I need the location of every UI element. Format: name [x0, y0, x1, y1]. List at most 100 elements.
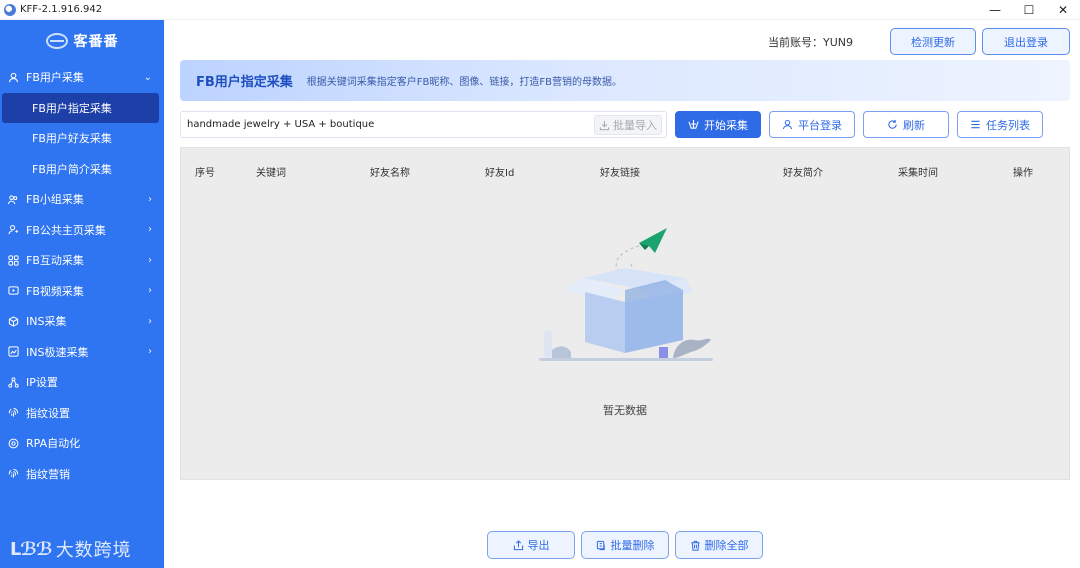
chart-icon [7, 346, 19, 358]
export-button[interactable]: 导出 [487, 531, 575, 559]
sidebar-item-fb-interaction[interactable]: FB互动采集 › [0, 245, 164, 276]
rpa-icon [7, 437, 19, 449]
brand-footer: ᒪℬℬ 大数跨境 [10, 536, 132, 562]
cube-icon [7, 315, 19, 327]
sidebar-item-label: 指纹营销 [26, 467, 70, 481]
logout-button[interactable]: 退出登录 [982, 28, 1070, 55]
sidebar-item-fb-user-specified[interactable]: FB用户指定采集 [2, 92, 159, 123]
chevron-right-icon: › [148, 193, 152, 205]
table-header: 序号 关键词 好友名称 好友Id 好友链接 好友简介 采集时间 操作 [181, 148, 1069, 192]
chevron-right-icon: › [148, 285, 152, 297]
column-header-actions: 操作 [1013, 168, 1033, 179]
sidebar-item-label: INS极速采集 [26, 345, 89, 359]
batch-delete-button[interactable]: 批量删除 [581, 531, 669, 559]
page-icon [7, 224, 19, 236]
start-collect-label: 开始采集 [704, 118, 748, 132]
column-header-collect-time: 采集时间 [898, 168, 938, 179]
column-header-index: 序号 [195, 168, 215, 179]
sidebar-item-fingerprint-settings[interactable]: 指纹设置 [0, 398, 164, 429]
task-list-button[interactable]: 任务列表 [957, 111, 1043, 138]
fingerprint-icon [7, 407, 19, 419]
close-button[interactable]: ✕ [1046, 0, 1080, 20]
brand-logo-mark: ᒪℬℬ [10, 538, 53, 560]
sidebar-item-fb-group[interactable]: FB小组采集 › [0, 184, 164, 215]
sidebar-item-ip-settings[interactable]: IP设置 [0, 367, 164, 398]
empty-state: 暂无数据 [181, 228, 1069, 418]
export-label: 导出 [527, 539, 550, 552]
chevron-right-icon: › [148, 224, 152, 236]
sidebar-item-label: FB互动采集 [26, 254, 84, 268]
sidebar-item-fb-user-friends[interactable]: FB用户好友采集 [0, 123, 164, 154]
platform-login-button[interactable]: 平台登录 [769, 111, 855, 138]
sidebar-item-ins-fast[interactable]: INS极速采集 › [0, 337, 164, 368]
page-banner: FB用户指定采集 根据关键词采集指定客户FB昵称、图像、链接，打造FB营销的母数… [180, 60, 1070, 101]
batch-delete-icon [596, 540, 605, 550]
app-icon [4, 3, 16, 16]
sidebar-item-label: RPA自动化 [26, 437, 81, 451]
sidebar-item-fb-video[interactable]: FB视频采集 › [0, 276, 164, 307]
column-header-friend-name: 好友名称 [370, 168, 410, 179]
sidebar-item-label: FB公共主页采集 [26, 223, 106, 237]
page-description: 根据关键词采集指定客户FB昵称、图像、链接，打造FB营销的母数据。 [306, 77, 623, 88]
sidebar-item-rpa[interactable]: RPA自动化 [0, 428, 164, 459]
chevron-right-icon: › [148, 346, 152, 358]
trash-icon [690, 540, 700, 551]
maximize-button[interactable]: ☐ [1012, 0, 1046, 20]
export-icon [513, 539, 523, 550]
window-controls: — ☐ ✕ [978, 0, 1080, 20]
sidebar-item-fb-user-profile[interactable]: FB用户简介采集 [0, 154, 164, 185]
refresh-icon [888, 119, 897, 129]
check-update-button[interactable]: 检测更新 [890, 28, 976, 55]
batch-delete-label: 批量删除 [610, 539, 655, 552]
app-logo: 客番番 [0, 20, 164, 62]
window-title: KFF-2.1.916.942 [20, 4, 103, 15]
sidebar-item-label: FB视频采集 [26, 284, 84, 298]
video-icon [7, 285, 19, 297]
network-icon [7, 376, 19, 388]
start-collect-button[interactable]: 开始采集 [675, 111, 761, 138]
column-header-friend-bio: 好友简介 [783, 168, 823, 179]
collect-icon [688, 119, 699, 129]
refresh-button[interactable]: 刷新 [863, 111, 949, 138]
page-title: FB用户指定采集 [196, 75, 293, 90]
batch-import-label: 批量导入 [613, 119, 657, 132]
list-icon [971, 120, 980, 129]
empty-message: 暂无数据 [603, 404, 647, 417]
sidebar-item-ins[interactable]: INS采集 › [0, 306, 164, 337]
sidebar-item-label: INS采集 [26, 315, 67, 329]
sidebar-item-label: 指纹设置 [26, 406, 70, 420]
sidebar-item-fb-user[interactable]: FB用户采集 ⌄ [0, 62, 164, 93]
chevron-right-icon: › [148, 254, 152, 266]
batch-import-button[interactable]: 批量导入 [594, 115, 662, 135]
interaction-icon [7, 254, 19, 266]
results-table: 序号 关键词 好友名称 好友Id 好友链接 好友简介 采集时间 操作 暂无数据 [180, 147, 1070, 480]
sidebar-item-fb-page[interactable]: FB公共主页采集 › [0, 215, 164, 246]
sidebar-item-fingerprint-marketing[interactable]: 指纹营销 [0, 459, 164, 490]
logo-text: 客番番 [73, 34, 119, 50]
import-icon [599, 120, 610, 130]
minimize-button[interactable]: — [978, 0, 1012, 20]
fingerprint-icon [7, 468, 19, 480]
empty-box-icon [539, 228, 713, 361]
brand-name: 大数跨境 [55, 540, 132, 561]
column-header-friend-link: 好友链接 [600, 168, 640, 179]
sidebar-menu: FB用户采集 ⌄ FB用户指定采集 FB用户好友采集 FB用户简介采集 FB小组… [0, 62, 164, 489]
column-header-keyword: 关键词 [256, 168, 286, 179]
sidebar-item-label: FB用户采集 [26, 71, 84, 85]
chevron-right-icon: › [148, 315, 152, 327]
refresh-label: 刷新 [903, 118, 925, 132]
planet-logo-icon [45, 33, 68, 49]
task-list-label: 任务列表 [986, 118, 1030, 132]
group-icon [7, 193, 19, 205]
user-icon [7, 71, 19, 83]
platform-login-label: 平台登录 [798, 118, 842, 132]
delete-all-button[interactable]: 删除全部 [675, 531, 763, 559]
sidebar-item-label: IP设置 [26, 376, 58, 390]
delete-all-label: 删除全部 [704, 539, 749, 552]
sidebar-item-label: FB小组采集 [26, 193, 84, 207]
window-titlebar: KFF-2.1.916.942 — ☐ ✕ [0, 0, 1080, 20]
column-header-friend-id: 好友Id [485, 168, 515, 179]
keyword-input[interactable] [181, 112, 581, 137]
current-account: 当前账号：YUN9 [768, 36, 853, 49]
keyword-field: 批量导入 [180, 111, 667, 138]
